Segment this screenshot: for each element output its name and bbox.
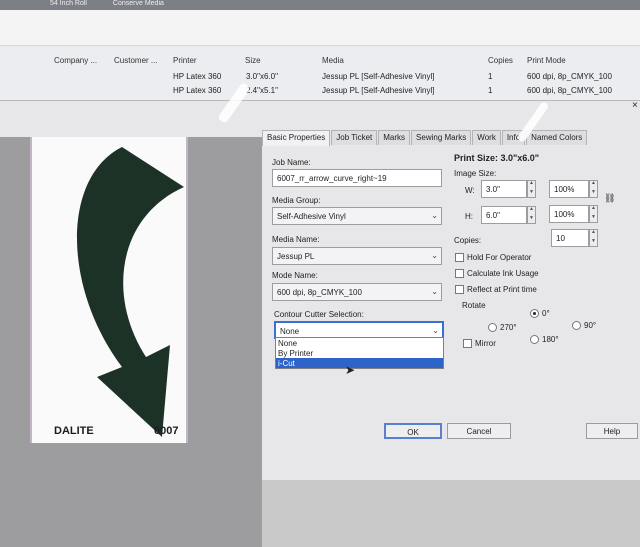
- height-percent-input[interactable]: 100%: [549, 205, 589, 223]
- media-name-value: Jessup PL: [277, 252, 315, 261]
- rotate-90-label: 90°: [584, 321, 597, 330]
- property-tabs: Basic Properties Job Ticket Marks Sewing…: [262, 130, 588, 146]
- chevron-down-icon: ⌄: [431, 251, 438, 260]
- rotate-0-label: 0°: [542, 309, 550, 318]
- curved-arrow-graphic: [77, 147, 184, 437]
- job-name-label: Job Name:: [272, 158, 311, 167]
- reflect-print-time-checkbox[interactable]: [455, 285, 464, 294]
- copies-input[interactable]: 10: [551, 229, 589, 247]
- media-group-select[interactable]: Self-Adhesive Vinyl ⌄: [272, 207, 442, 225]
- tab-sewing-marks[interactable]: Sewing Marks: [411, 130, 472, 145]
- width-stepper[interactable]: [527, 180, 536, 198]
- rotate-270-radio[interactable]: [488, 323, 497, 332]
- row-1-media[interactable]: Jessup PL [Self-Adhesive Vinyl]: [322, 72, 435, 81]
- tab-job-ticket[interactable]: Job Ticket: [331, 130, 378, 145]
- column-company[interactable]: Company ...: [54, 56, 97, 65]
- preview-left-label: DALITE: [54, 425, 94, 437]
- rotate-270-label: 270°: [500, 323, 517, 332]
- title-fragment: 54 Inch Roll: [50, 0, 87, 7]
- column-print-mode[interactable]: Print Mode: [527, 56, 566, 65]
- height-input[interactable]: 6.0": [481, 206, 527, 224]
- copies-label: Copies:: [454, 236, 482, 245]
- copies-stepper[interactable]: [589, 229, 598, 247]
- mode-name-label: Mode Name:: [272, 271, 318, 280]
- height-stepper[interactable]: [527, 206, 536, 224]
- row-1-printer[interactable]: HP Latex 360: [173, 72, 221, 81]
- width-label: W:: [465, 186, 475, 195]
- row-1-size[interactable]: 3.0"x6.0": [246, 72, 278, 81]
- mirror-checkbox[interactable]: [463, 339, 472, 348]
- hold-for-operator-label: Hold For Operator: [467, 253, 532, 262]
- row-2-printer[interactable]: HP Latex 360: [173, 86, 221, 95]
- media-group-label: Media Group:: [272, 196, 321, 205]
- column-media[interactable]: Media: [322, 56, 344, 65]
- row-1-mode[interactable]: 600 dpi, 8p_CMYK_100: [527, 72, 612, 81]
- column-customer[interactable]: Customer ...: [114, 56, 158, 65]
- help-button[interactable]: Help: [586, 423, 638, 439]
- mode-name-select[interactable]: 600 dpi, 8p_CMYK_100 ⌄: [272, 283, 442, 301]
- hold-for-operator-checkbox[interactable]: [455, 253, 464, 262]
- option-by-printer[interactable]: By Printer: [276, 348, 443, 358]
- image-size-label: Image Size:: [454, 169, 497, 178]
- background-title-bar: 54 Inch Roll Conserve Media: [0, 0, 640, 10]
- mirror-label: Mirror: [475, 339, 496, 348]
- row-2-size[interactable]: 2.4"x5.1": [246, 86, 278, 95]
- link-proportions-icon[interactable]: ⛓: [604, 193, 615, 204]
- column-copies[interactable]: Copies: [488, 56, 513, 65]
- rotate-label: Rotate: [462, 301, 486, 310]
- chevron-down-icon: ⌄: [431, 211, 438, 220]
- reflect-print-time-label: Reflect at Print time: [467, 285, 537, 294]
- width-input[interactable]: 3.0": [481, 180, 527, 198]
- media-group-value: Self-Adhesive Vinyl: [277, 212, 346, 221]
- preview-right-label: 6007: [154, 425, 179, 437]
- row-1-copies[interactable]: 1: [488, 72, 492, 81]
- close-icon[interactable]: ×: [632, 100, 638, 111]
- title-fragment: Conserve Media: [112, 0, 164, 7]
- tab-marks[interactable]: Marks: [378, 130, 411, 145]
- option-i-cut[interactable]: i-Cut: [276, 358, 443, 368]
- rotate-90-radio[interactable]: [572, 321, 581, 330]
- tab-basic-properties[interactable]: Basic Properties: [262, 130, 331, 146]
- tab-work[interactable]: Work: [472, 130, 501, 145]
- job-list-window: Company ... Customer ... Printer Size Me…: [0, 10, 640, 100]
- contour-cutter-options: None By Printer i-Cut: [275, 337, 444, 369]
- job-preview: DALITE 6007: [0, 137, 262, 547]
- row-2-media[interactable]: Jessup PL [Self-Adhesive Vinyl]: [322, 86, 435, 95]
- chevron-down-icon: ⌄: [432, 326, 439, 335]
- preview-page: DALITE 6007: [30, 137, 188, 443]
- chevron-down-icon: ⌄: [431, 287, 438, 296]
- calculate-ink-label: Calculate Ink Usage: [467, 269, 539, 278]
- rotate-180-label: 180°: [542, 335, 559, 344]
- height-percent-stepper[interactable]: [589, 205, 598, 223]
- mouse-cursor-icon: ➤: [345, 363, 356, 377]
- mode-name-value: 600 dpi, 8p_CMYK_100: [277, 288, 362, 297]
- cancel-button[interactable]: Cancel: [447, 423, 511, 439]
- job-properties-dialog: × DALITE 6007 Basic Properties Job Ticke…: [0, 100, 640, 547]
- height-label: H:: [465, 212, 473, 221]
- column-size[interactable]: Size: [245, 56, 261, 65]
- contour-cutter-value: None: [280, 327, 300, 336]
- rotate-0-radio[interactable]: [530, 309, 539, 318]
- media-name-label: Media Name:: [272, 235, 320, 244]
- tab-named-colors[interactable]: Named Colors: [526, 130, 588, 145]
- calculate-ink-checkbox[interactable]: [455, 269, 464, 278]
- row-2-mode[interactable]: 600 dpi, 8p_CMYK_100: [527, 86, 612, 95]
- row-2-copies[interactable]: 1: [488, 86, 492, 95]
- contour-cutter-label: Contour Cutter Selection:: [274, 310, 364, 319]
- arrow-shape: [77, 147, 184, 437]
- toolbar-area: [0, 10, 640, 46]
- width-percent-input[interactable]: 100%: [549, 180, 589, 198]
- ok-button[interactable]: OK: [384, 423, 442, 439]
- media-name-select[interactable]: Jessup PL ⌄: [272, 247, 442, 265]
- print-size-label: Print Size: 3.0"x6.0": [454, 153, 540, 163]
- column-printer[interactable]: Printer: [173, 56, 197, 65]
- option-none[interactable]: None: [276, 338, 443, 348]
- rotate-180-radio[interactable]: [530, 335, 539, 344]
- job-name-input[interactable]: 6007_rr_arrow_curve_right~19: [272, 169, 442, 187]
- width-percent-stepper[interactable]: [589, 180, 598, 198]
